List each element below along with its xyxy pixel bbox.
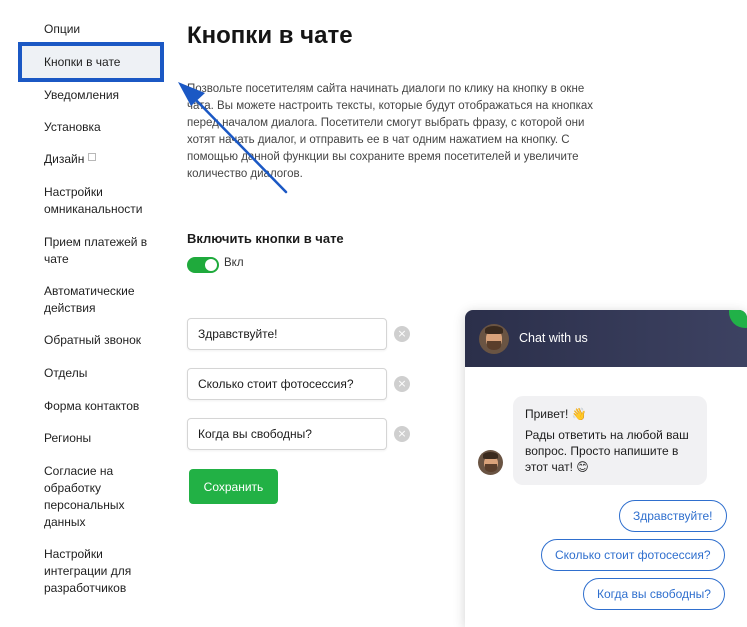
welcome-message: Рады ответить на любой ваш вопрос. Прост… xyxy=(525,428,689,474)
page-description: Позвольте посетителям сайта начинать диа… xyxy=(187,83,594,180)
sidebar-item-contact-form[interactable]: Форма контактов xyxy=(44,398,164,415)
page-title: Кнопки в чате xyxy=(187,22,353,49)
sidebar-item-omnichannel[interactable]: Настройки омниканальности xyxy=(44,184,164,218)
remove-phrase-3-icon[interactable]: × xyxy=(394,426,410,442)
sidebar-item-automation[interactable]: Автоматические действия xyxy=(44,283,164,317)
chat-title: Chat with us xyxy=(519,331,588,345)
settings-sidebar: Опции Кнопки в чате Уведомления Установк… xyxy=(0,0,170,627)
save-button[interactable]: Сохранить xyxy=(189,469,278,504)
sidebar-item-developer-integration[interactable]: Настройки интеграции для разработчиков xyxy=(44,546,154,597)
welcome-greeting: Привет! 👋 xyxy=(525,407,587,421)
sidebar-item-data-consent[interactable]: Согласие на обработку персональных данны… xyxy=(44,463,144,531)
quick-button-hello[interactable]: Здравствуйте! xyxy=(619,500,727,532)
enable-buttons-heading: Включить кнопки в чате xyxy=(187,231,344,246)
welcome-message-bubble: Привет! 👋 Рады ответить на любой ваш воп… xyxy=(513,396,707,485)
sidebar-item-payments[interactable]: Прием платежей в чате xyxy=(44,234,164,268)
sidebar-item-chat-buttons[interactable]: Кнопки в чате xyxy=(44,54,164,71)
sidebar-item-departments[interactable]: Отделы xyxy=(44,365,164,382)
phrase-input-3[interactable] xyxy=(187,418,387,450)
chat-header: Chat with us xyxy=(465,310,747,367)
sidebar-item-design-label: Дизайн xyxy=(44,152,85,166)
remove-phrase-2-icon[interactable]: × xyxy=(394,376,410,392)
sidebar-item-options[interactable]: Опции xyxy=(44,21,164,38)
enable-buttons-toggle[interactable] xyxy=(187,257,219,273)
toggle-state-label: Вкл xyxy=(224,257,244,269)
chat-widget-preview: Chat with us Привет! 👋 Рады ответить на … xyxy=(465,310,747,627)
sidebar-item-regions[interactable]: Регионы xyxy=(44,430,164,447)
operator-avatar-icon xyxy=(479,324,509,354)
quick-button-price[interactable]: Сколько стоит фотосессия? xyxy=(541,539,725,571)
phrase-input-1[interactable] xyxy=(187,318,387,350)
quick-button-availability[interactable]: Когда вы свободны? xyxy=(583,578,725,610)
phrase-input-2[interactable] xyxy=(187,368,387,400)
remove-phrase-1-icon[interactable]: × xyxy=(394,326,410,342)
sidebar-item-callback[interactable]: Обратный звонок xyxy=(44,332,164,349)
operator-message-avatar-icon xyxy=(478,450,503,475)
sidebar-item-notifications[interactable]: Уведомления xyxy=(44,87,164,104)
external-link-icon xyxy=(88,153,97,161)
online-status-indicator xyxy=(729,310,747,328)
toggle-knob xyxy=(205,259,217,271)
sidebar-item-installation[interactable]: Установка xyxy=(44,119,164,136)
sidebar-item-design[interactable]: Дизайн xyxy=(44,151,164,168)
